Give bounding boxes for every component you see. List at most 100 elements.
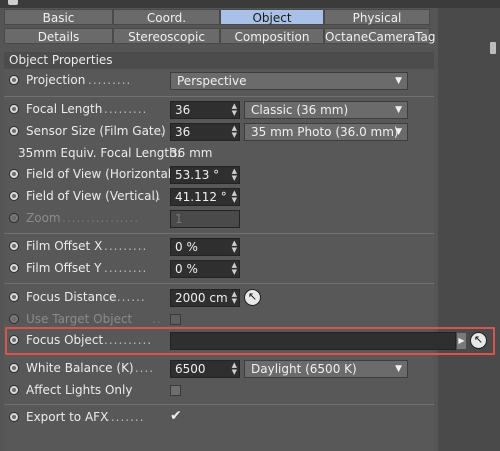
window-top-strip	[0, 0, 500, 8]
sensor-size-input[interactable]: 36 ▲ ▼	[170, 123, 240, 141]
white-balance-preset-dropdown[interactable]: Daylight (6500 K) ▼	[244, 360, 408, 378]
label-dots: .......	[112, 290, 146, 304]
spinner-arrows-icon[interactable]: ▲ ▼	[232, 190, 237, 204]
focus-distance-input[interactable]: 2000 cm ▲ ▼	[170, 289, 240, 307]
chevron-down-icon: ▼	[395, 364, 402, 374]
focus-object-highlight-box	[5, 327, 495, 355]
row-fov-vertical: Field of View (Vertical) .. 41.112 ° ▲ ▼	[4, 186, 434, 208]
label-dots: ..	[152, 312, 162, 326]
use-target-object-label: Use Target Object	[26, 312, 133, 326]
pick-target-icon[interactable]: ↖	[244, 289, 261, 306]
sensor-size-preset-dropdown[interactable]: 35 mm Photo (36.0 mm) ▼	[244, 123, 408, 141]
spinner-arrows-icon[interactable]: ▲ ▼	[232, 168, 237, 182]
spinner-arrows-icon[interactable]: ▲ ▼	[232, 291, 237, 305]
film-offset-y-input[interactable]: 0 % ▲ ▼	[170, 260, 240, 278]
divider	[4, 404, 434, 405]
zoom-input: 1	[170, 210, 240, 228]
spinner-arrows-icon[interactable]: ▲ ▼	[232, 103, 237, 117]
row-affect-lights-only: Affect Lights Only	[4, 380, 434, 402]
camera-icon	[8, 0, 18, 5]
affect-lights-only-label: Affect Lights Only	[26, 383, 133, 397]
row-focus-distance: Focus Distance ....... 2000 cm ▲ ▼ ↖	[4, 287, 434, 309]
sensor-size-value: 36	[175, 125, 191, 139]
label-dots: ................	[62, 211, 140, 225]
tab-basic[interactable]: Basic	[4, 9, 113, 25]
chevron-down-icon: ▼	[395, 76, 402, 86]
animate-radio-icon	[9, 213, 19, 223]
tab-octane-camera-tag[interactable]: OctaneCameraTag	[324, 28, 436, 44]
label-dots: .........	[104, 102, 148, 116]
white-balance-value: 6500	[175, 362, 206, 376]
focal-length-value: 36	[175, 103, 191, 117]
tab-coord[interactable]: Coord.	[113, 9, 220, 25]
focal-length-preset-dropdown[interactable]: Classic (36 mm) ▼	[244, 101, 408, 119]
animate-radio-icon[interactable]	[9, 169, 19, 179]
focal-length-preset: Classic (36 mm)	[251, 103, 349, 117]
film-offset-x-value: 0 %	[175, 240, 198, 254]
chevron-down-icon: ▼	[395, 127, 402, 137]
focus-distance-value: 2000 cm	[175, 291, 228, 305]
white-balance-label: White Balance (K)	[26, 361, 134, 375]
animate-radio-icon[interactable]	[9, 412, 19, 422]
white-balance-input[interactable]: 6500 ▲ ▼	[170, 360, 240, 378]
animate-radio-icon[interactable]	[9, 363, 19, 373]
spinner-arrows-icon[interactable]: ▲ ▼	[232, 362, 237, 376]
animate-radio-icon[interactable]	[9, 104, 19, 114]
fov-horizontal-input[interactable]: 53.13 ° ▲ ▼	[170, 166, 240, 184]
fov-vertical-label: Field of View (Vertical)	[26, 189, 160, 203]
tab-stereoscopic[interactable]: Stereoscopic	[113, 28, 220, 44]
focus-distance-label: Focus Distance	[26, 290, 117, 304]
animate-radio-icon[interactable]	[9, 263, 19, 273]
export-to-afx-checkbox[interactable]: ✔	[170, 408, 182, 424]
label-dots: .........	[88, 73, 132, 87]
animate-radio-icon[interactable]	[9, 385, 19, 395]
use-target-object-checkbox	[170, 314, 181, 325]
animate-radio-icon[interactable]	[9, 75, 19, 85]
row-film-offset-y: Film Offset Y ......... 0 % ▲ ▼	[4, 258, 434, 280]
divider	[4, 283, 434, 284]
film-offset-x-label: Film Offset X	[26, 239, 103, 253]
white-balance-preset: Daylight (6500 K)	[251, 362, 357, 376]
row-equiv-focal-length: 35mm Equiv. Focal Length: 36 mm	[4, 143, 434, 165]
divider	[4, 233, 434, 234]
export-to-afx-label: Export to AFX	[26, 410, 109, 424]
projection-dropdown[interactable]: Perspective ▼	[170, 72, 408, 90]
animate-radio-icon[interactable]	[9, 241, 19, 251]
row-film-offset-x: Film Offset X ......... 0 % ▲ ▼	[4, 236, 434, 258]
spinner-arrows-icon[interactable]: ▲ ▼	[232, 262, 237, 276]
right-scroll-area	[438, 8, 500, 451]
fov-vertical-value: 41.112 °	[175, 190, 227, 204]
animate-radio-icon[interactable]	[9, 126, 19, 136]
zoom-value: 1	[175, 212, 183, 226]
label-dots: ..	[155, 124, 165, 138]
tab-object[interactable]: Object	[220, 9, 324, 25]
label-dots: ........	[106, 410, 145, 424]
focal-length-input[interactable]: 36 ▲ ▼	[170, 101, 240, 119]
row-fov-horizontal: Field of View (Horizontal) 53.13 ° ▲ ▼	[4, 164, 434, 186]
animate-radio-icon[interactable]	[9, 191, 19, 201]
label-dots: .........	[104, 261, 148, 275]
tab-details[interactable]: Details	[4, 28, 113, 44]
affect-lights-only-checkbox[interactable]	[170, 385, 181, 396]
animate-radio-icon	[9, 314, 19, 324]
spinner-arrows-icon[interactable]: ▲ ▼	[232, 240, 237, 254]
equiv-focal-value: 36 mm	[170, 146, 213, 160]
spinner-arrows-icon[interactable]: ▲ ▼	[232, 125, 237, 139]
tab-composition[interactable]: Composition	[220, 28, 324, 44]
row-sensor-size: Sensor Size (Film Gate) .. 36 ▲ ▼ 35 mm P…	[4, 121, 434, 143]
divider	[4, 96, 434, 97]
tab-physical[interactable]: Physical	[324, 9, 430, 25]
focal-length-label: Focal Length	[26, 102, 103, 116]
fov-vertical-input[interactable]: 41.112 ° ▲ ▼	[170, 188, 240, 206]
film-offset-x-input[interactable]: 0 % ▲ ▼	[170, 238, 240, 256]
scroll-grip-icon[interactable]	[490, 42, 496, 54]
section-title: Object Properties	[4, 52, 434, 69]
label-dots: .....	[130, 361, 155, 375]
chevron-down-icon: ▼	[395, 105, 402, 115]
film-offset-y-value: 0 %	[175, 262, 198, 276]
animate-radio-icon[interactable]	[9, 292, 19, 302]
projection-value: Perspective	[177, 74, 247, 88]
equiv-focal-label: 35mm Equiv. Focal Length:	[18, 146, 181, 160]
fov-horizontal-label: Field of View (Horizontal)	[26, 167, 176, 181]
zoom-label: Zoom	[26, 211, 61, 225]
